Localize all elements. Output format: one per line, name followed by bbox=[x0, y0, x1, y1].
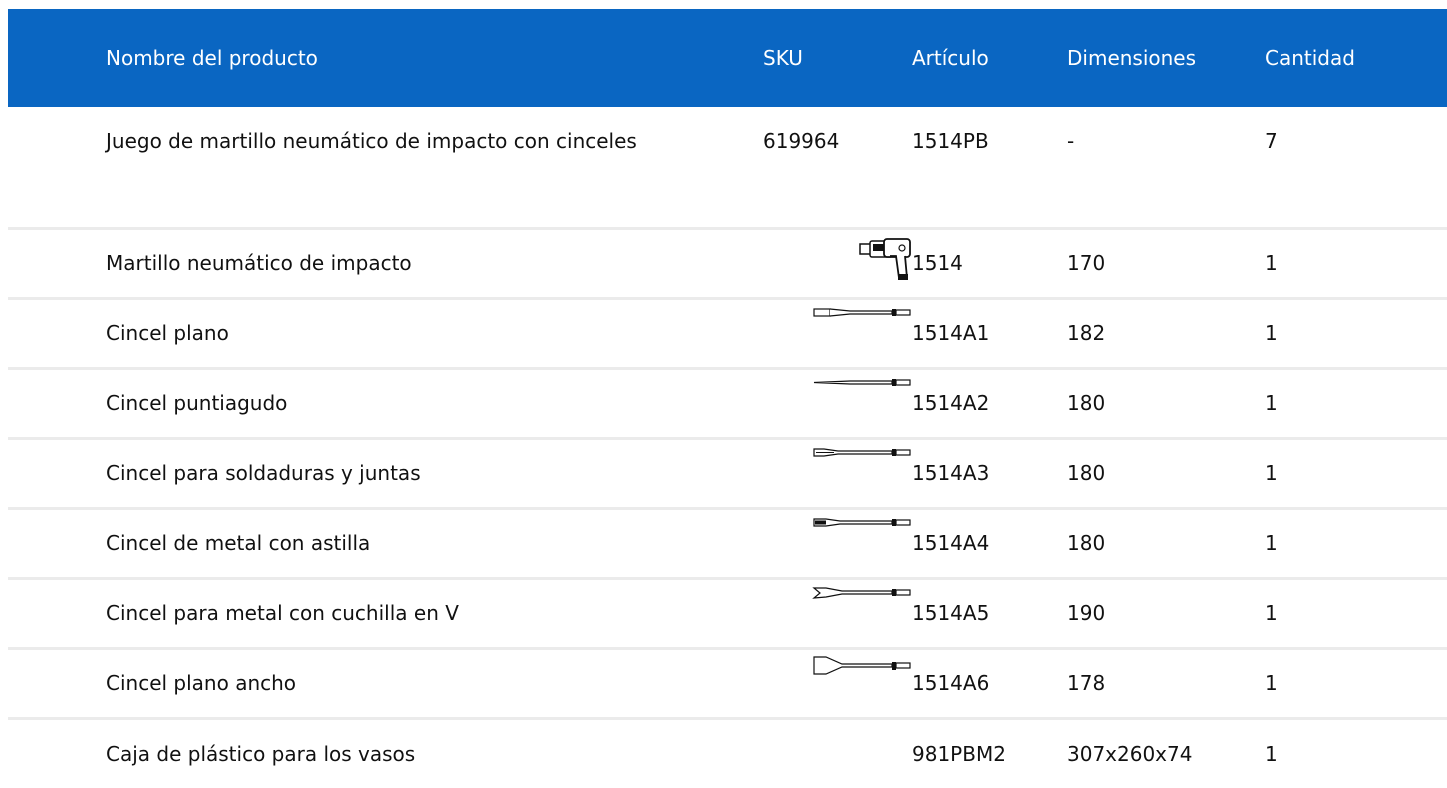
product-dimensions: 190 bbox=[1067, 601, 1106, 625]
table-row: Cincel plano 1514A1 182 1 bbox=[8, 298, 1447, 368]
pointed-chisel-icon bbox=[812, 376, 912, 416]
table-row: Martillo neumático de impacto 1514 170 1 bbox=[8, 228, 1447, 298]
product-sku bbox=[763, 368, 912, 438]
product-name: Cincel para soldaduras y juntas bbox=[106, 461, 421, 485]
product-table-container: Nombre del producto SKU Artículo Dimensi… bbox=[8, 9, 1447, 788]
table-row: Cincel para soldaduras y juntas 1514A3 1… bbox=[8, 438, 1447, 508]
product-name: Cincel para metal con cuchilla en V bbox=[106, 601, 459, 625]
splitting-chisel-icon bbox=[812, 516, 912, 556]
product-quantity: 1 bbox=[1265, 461, 1278, 485]
product-article: 1514A5 bbox=[912, 601, 990, 625]
product-sku bbox=[763, 298, 912, 368]
product-table: Nombre del producto SKU Artículo Dimensi… bbox=[8, 9, 1447, 788]
product-dimensions: 170 bbox=[1067, 251, 1106, 275]
product-name: Cincel plano ancho bbox=[106, 671, 297, 695]
wide-flat-chisel-icon bbox=[812, 655, 912, 696]
v-blade-chisel-icon bbox=[812, 586, 912, 626]
product-dimensions: 180 bbox=[1067, 391, 1106, 415]
product-quantity: 7 bbox=[1265, 129, 1278, 153]
product-name: Martillo neumático de impacto bbox=[106, 251, 412, 275]
product-dimensions: 180 bbox=[1067, 531, 1106, 555]
air-hammer-icon bbox=[812, 236, 912, 280]
product-name: Juego de martillo neumático de impacto c… bbox=[106, 129, 637, 153]
product-sku bbox=[763, 648, 912, 718]
table-row: Cincel puntiagudo 1514A2 180 1 bbox=[8, 368, 1447, 438]
header-name: Nombre del producto bbox=[106, 46, 318, 70]
product-article: 1514PB bbox=[912, 129, 989, 153]
product-dimensions: 307x260x74 bbox=[1067, 741, 1193, 766]
product-name: Caja de plástico para los vasos bbox=[106, 741, 416, 766]
product-dimensions: 182 bbox=[1067, 321, 1106, 345]
product-sku: 619964 bbox=[763, 129, 840, 153]
table-body: Juego de martillo neumático de impacto c… bbox=[8, 107, 1447, 788]
table-header: Nombre del producto SKU Artículo Dimensi… bbox=[8, 9, 1447, 107]
header-sku: SKU bbox=[763, 46, 803, 70]
header-quantity: Cantidad bbox=[1265, 46, 1355, 70]
product-dimensions: 178 bbox=[1067, 671, 1106, 695]
product-article: 1514 bbox=[912, 251, 963, 275]
product-article: 1514A2 bbox=[912, 391, 990, 415]
product-article: 1514A3 bbox=[912, 461, 990, 485]
table-row: Juego de martillo neumático de impacto c… bbox=[8, 107, 1447, 228]
product-dimensions: - bbox=[1067, 129, 1075, 153]
product-article: 1514A1 bbox=[912, 321, 990, 345]
product-article: 981PBM2 bbox=[912, 741, 1006, 766]
product-name: Cincel puntiagudo bbox=[106, 391, 288, 415]
product-quantity: 1 bbox=[1265, 601, 1278, 625]
product-dimensions: 180 bbox=[1067, 461, 1106, 485]
product-quantity: 1 bbox=[1265, 321, 1278, 345]
header-row: Nombre del producto SKU Artículo Dimensi… bbox=[8, 9, 1447, 107]
product-sku bbox=[763, 718, 912, 788]
table-row: Cincel para metal con cuchilla en V 1514… bbox=[8, 578, 1447, 648]
product-article: 1514A6 bbox=[912, 671, 990, 695]
product-quantity: 1 bbox=[1265, 741, 1278, 766]
product-quantity: 1 bbox=[1265, 671, 1278, 695]
table-row: Cincel plano ancho 1514A6 178 1 bbox=[8, 648, 1447, 718]
header-dimensions: Dimensiones bbox=[1067, 46, 1197, 70]
header-article: Artículo bbox=[912, 46, 989, 70]
product-sku bbox=[763, 228, 912, 298]
product-article: 1514A4 bbox=[912, 531, 990, 555]
table-row: Caja de plástico para los vasos 981PBM2 … bbox=[8, 718, 1447, 788]
table-row: Cincel de metal con astilla 1514A4 180 1 bbox=[8, 508, 1447, 578]
flat-chisel-icon bbox=[812, 306, 912, 346]
product-quantity: 1 bbox=[1265, 251, 1278, 275]
product-sku bbox=[763, 438, 912, 508]
product-name: Cincel plano bbox=[106, 321, 229, 345]
weld-chisel-icon bbox=[812, 446, 912, 486]
product-quantity: 1 bbox=[1265, 531, 1278, 555]
product-sku bbox=[763, 508, 912, 578]
product-name: Cincel de metal con astilla bbox=[106, 531, 371, 555]
product-sku bbox=[763, 578, 912, 648]
product-quantity: 1 bbox=[1265, 391, 1278, 415]
